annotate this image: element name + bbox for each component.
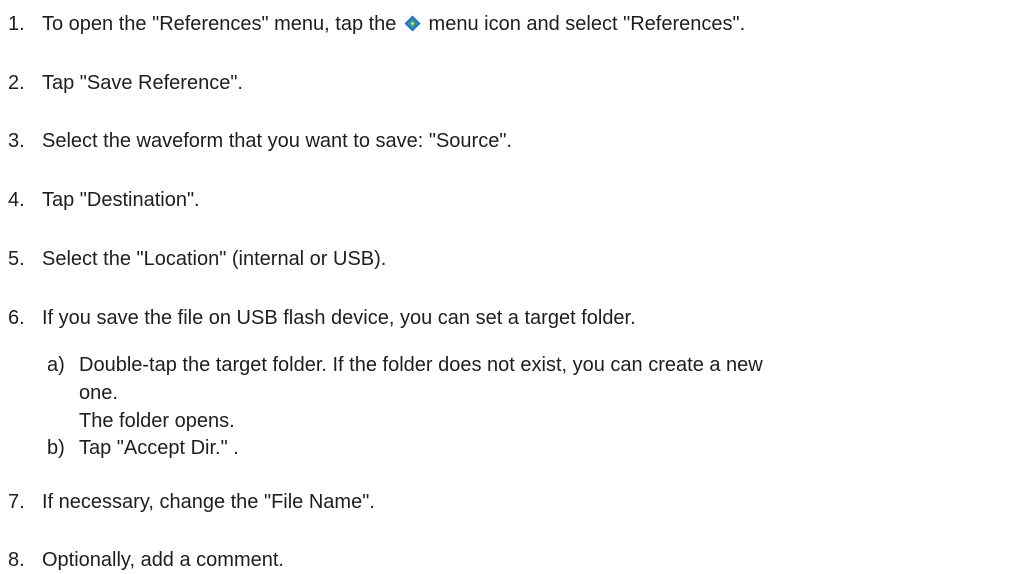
step-text: Select the waveform that you want to sav…	[42, 130, 512, 152]
step-number: 5.	[8, 248, 25, 270]
step-text: Tap "Save Reference".	[42, 72, 243, 94]
step-text: If you save the file on USB flash device…	[42, 307, 636, 329]
substep-mark: b)	[47, 437, 65, 459]
substep-text: Tap "Accept Dir." .	[79, 437, 239, 459]
step-number: 1.	[8, 13, 25, 35]
step-number: 6.	[8, 307, 25, 329]
step-text: If necessary, change the "File Name".	[42, 491, 375, 513]
substep-line: Double-tap the target folder. If the fol…	[79, 354, 763, 376]
substep-line: one.	[79, 382, 118, 404]
diamond-menu-icon	[404, 15, 421, 32]
substep-result: The folder opens.	[79, 410, 235, 432]
step-number: 2.	[8, 72, 25, 94]
step-number: 7.	[8, 491, 25, 513]
step-text: To open the "References" menu, tap the m…	[42, 13, 746, 35]
step-number: 8.	[8, 549, 25, 571]
substep-text: Double-tap the target folder. If the fol…	[79, 353, 979, 437]
step-number: 3.	[8, 130, 25, 152]
step-text: Select the "Location" (internal or USB).	[42, 248, 387, 270]
substep-mark: a)	[47, 354, 65, 376]
step-number: 4.	[8, 189, 25, 211]
step-text: Tap "Destination".	[42, 189, 200, 211]
step-text: Optionally, add a comment.	[42, 549, 284, 571]
